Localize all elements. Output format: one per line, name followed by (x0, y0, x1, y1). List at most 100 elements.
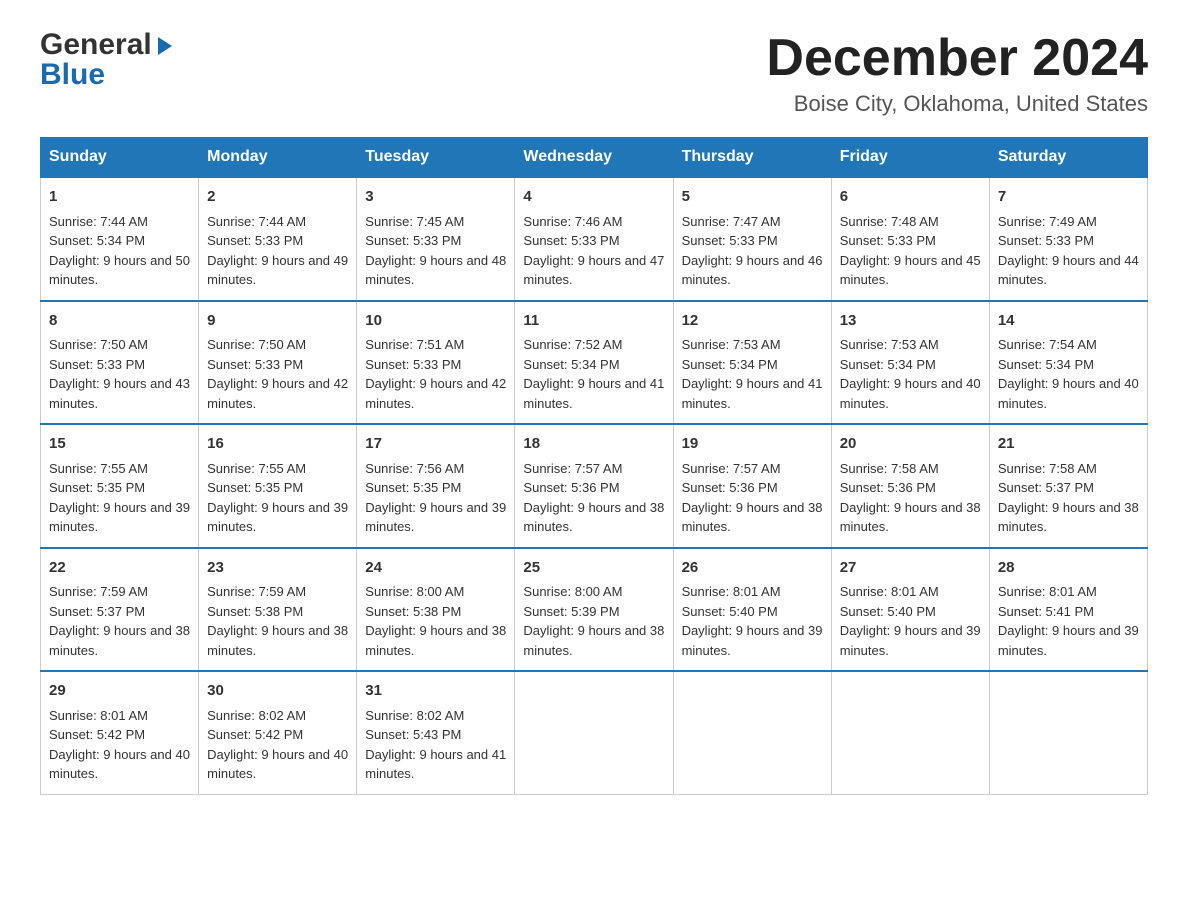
calendar-cell: 15 Sunrise: 7:55 AM Sunset: 5:35 PM Dayl… (41, 424, 199, 548)
calendar-week-1: 1 Sunrise: 7:44 AM Sunset: 5:34 PM Dayli… (41, 177, 1148, 301)
month-title: December 2024 (766, 30, 1148, 87)
day-number: 29 (49, 680, 190, 703)
day-number: 27 (840, 557, 981, 580)
day-number: 26 (682, 557, 823, 580)
day-number: 8 (49, 310, 190, 333)
sunrise-info: Sunrise: 7:57 AM (523, 459, 664, 479)
day-number: 11 (523, 310, 664, 333)
daylight-info: Daylight: 9 hours and 38 minutes. (523, 498, 664, 537)
daylight-info: Daylight: 9 hours and 39 minutes. (840, 621, 981, 660)
daylight-info: Daylight: 9 hours and 46 minutes. (682, 251, 823, 290)
sunset-info: Sunset: 5:38 PM (207, 602, 348, 622)
day-number: 9 (207, 310, 348, 333)
daylight-info: Daylight: 9 hours and 40 minutes. (840, 374, 981, 413)
day-number: 20 (840, 433, 981, 456)
sunset-info: Sunset: 5:33 PM (207, 231, 348, 251)
sunset-info: Sunset: 5:36 PM (682, 478, 823, 498)
daylight-info: Daylight: 9 hours and 39 minutes. (49, 498, 190, 537)
sunrise-info: Sunrise: 7:52 AM (523, 335, 664, 355)
day-number: 24 (365, 557, 506, 580)
day-header-monday: Monday (199, 138, 357, 178)
sunset-info: Sunset: 5:40 PM (840, 602, 981, 622)
calendar-cell (831, 671, 989, 794)
sunset-info: Sunset: 5:34 PM (523, 355, 664, 375)
sunset-info: Sunset: 5:33 PM (365, 231, 506, 251)
sunrise-info: Sunrise: 7:58 AM (840, 459, 981, 479)
calendar-cell: 8 Sunrise: 7:50 AM Sunset: 5:33 PM Dayli… (41, 301, 199, 425)
logo-blue: Blue (40, 60, 105, 90)
daylight-info: Daylight: 9 hours and 43 minutes. (49, 374, 190, 413)
day-number: 28 (998, 557, 1139, 580)
sunrise-info: Sunrise: 7:56 AM (365, 459, 506, 479)
day-number: 15 (49, 433, 190, 456)
day-header-thursday: Thursday (673, 138, 831, 178)
sunset-info: Sunset: 5:34 PM (840, 355, 981, 375)
sunrise-info: Sunrise: 7:48 AM (840, 212, 981, 232)
day-number: 1 (49, 186, 190, 209)
sunrise-info: Sunrise: 7:58 AM (998, 459, 1139, 479)
sunrise-info: Sunrise: 8:02 AM (207, 706, 348, 726)
sunset-info: Sunset: 5:33 PM (840, 231, 981, 251)
day-number: 13 (840, 310, 981, 333)
logo-arrow-icon (154, 35, 176, 57)
daylight-info: Daylight: 9 hours and 38 minutes. (998, 498, 1139, 537)
sunset-info: Sunset: 5:35 PM (49, 478, 190, 498)
daylight-info: Daylight: 9 hours and 39 minutes. (365, 498, 506, 537)
daylight-info: Daylight: 9 hours and 40 minutes. (207, 745, 348, 784)
daylight-info: Daylight: 9 hours and 41 minutes. (682, 374, 823, 413)
daylight-info: Daylight: 9 hours and 45 minutes. (840, 251, 981, 290)
calendar-body: 1 Sunrise: 7:44 AM Sunset: 5:34 PM Dayli… (41, 177, 1148, 794)
day-header-friday: Friday (831, 138, 989, 178)
sunrise-info: Sunrise: 8:01 AM (49, 706, 190, 726)
sunset-info: Sunset: 5:36 PM (523, 478, 664, 498)
sunrise-info: Sunrise: 7:45 AM (365, 212, 506, 232)
daylight-info: Daylight: 9 hours and 39 minutes. (998, 621, 1139, 660)
day-number: 30 (207, 680, 348, 703)
calendar-cell: 16 Sunrise: 7:55 AM Sunset: 5:35 PM Dayl… (199, 424, 357, 548)
sunrise-info: Sunrise: 7:53 AM (682, 335, 823, 355)
sunset-info: Sunset: 5:34 PM (682, 355, 823, 375)
day-header-wednesday: Wednesday (515, 138, 673, 178)
day-number: 7 (998, 186, 1139, 209)
sunrise-info: Sunrise: 8:02 AM (365, 706, 506, 726)
daylight-info: Daylight: 9 hours and 44 minutes. (998, 251, 1139, 290)
calendar-cell: 2 Sunrise: 7:44 AM Sunset: 5:33 PM Dayli… (199, 177, 357, 301)
calendar-header-row: SundayMondayTuesdayWednesdayThursdayFrid… (41, 138, 1148, 178)
sunrise-info: Sunrise: 8:01 AM (998, 582, 1139, 602)
daylight-info: Daylight: 9 hours and 38 minutes. (207, 621, 348, 660)
sunrise-info: Sunrise: 7:54 AM (998, 335, 1139, 355)
daylight-info: Daylight: 9 hours and 38 minutes. (49, 621, 190, 660)
sunset-info: Sunset: 5:33 PM (682, 231, 823, 251)
calendar-cell (989, 671, 1147, 794)
calendar-cell: 29 Sunrise: 8:01 AM Sunset: 5:42 PM Dayl… (41, 671, 199, 794)
sunset-info: Sunset: 5:34 PM (998, 355, 1139, 375)
daylight-info: Daylight: 9 hours and 50 minutes. (49, 251, 190, 290)
daylight-info: Daylight: 9 hours and 38 minutes. (365, 621, 506, 660)
sunrise-info: Sunrise: 8:01 AM (682, 582, 823, 602)
sunrise-info: Sunrise: 7:53 AM (840, 335, 981, 355)
calendar-table: SundayMondayTuesdayWednesdayThursdayFrid… (40, 137, 1148, 795)
logo-general: General (40, 30, 152, 60)
sunset-info: Sunset: 5:33 PM (998, 231, 1139, 251)
day-number: 31 (365, 680, 506, 703)
day-number: 6 (840, 186, 981, 209)
day-number: 19 (682, 433, 823, 456)
sunrise-info: Sunrise: 7:55 AM (49, 459, 190, 479)
sunset-info: Sunset: 5:40 PM (682, 602, 823, 622)
location-subtitle: Boise City, Oklahoma, United States (766, 91, 1148, 117)
calendar-cell: 20 Sunrise: 7:58 AM Sunset: 5:36 PM Dayl… (831, 424, 989, 548)
title-section: December 2024 Boise City, Oklahoma, Unit… (766, 30, 1148, 117)
sunset-info: Sunset: 5:34 PM (49, 231, 190, 251)
calendar-cell: 27 Sunrise: 8:01 AM Sunset: 5:40 PM Dayl… (831, 548, 989, 672)
calendar-cell: 13 Sunrise: 7:53 AM Sunset: 5:34 PM Dayl… (831, 301, 989, 425)
day-number: 17 (365, 433, 506, 456)
sunset-info: Sunset: 5:41 PM (998, 602, 1139, 622)
sunrise-info: Sunrise: 7:44 AM (207, 212, 348, 232)
daylight-info: Daylight: 9 hours and 41 minutes. (365, 745, 506, 784)
sunset-info: Sunset: 5:37 PM (49, 602, 190, 622)
calendar-week-5: 29 Sunrise: 8:01 AM Sunset: 5:42 PM Dayl… (41, 671, 1148, 794)
calendar-week-3: 15 Sunrise: 7:55 AM Sunset: 5:35 PM Dayl… (41, 424, 1148, 548)
daylight-info: Daylight: 9 hours and 39 minutes. (207, 498, 348, 537)
calendar-cell: 3 Sunrise: 7:45 AM Sunset: 5:33 PM Dayli… (357, 177, 515, 301)
day-number: 2 (207, 186, 348, 209)
